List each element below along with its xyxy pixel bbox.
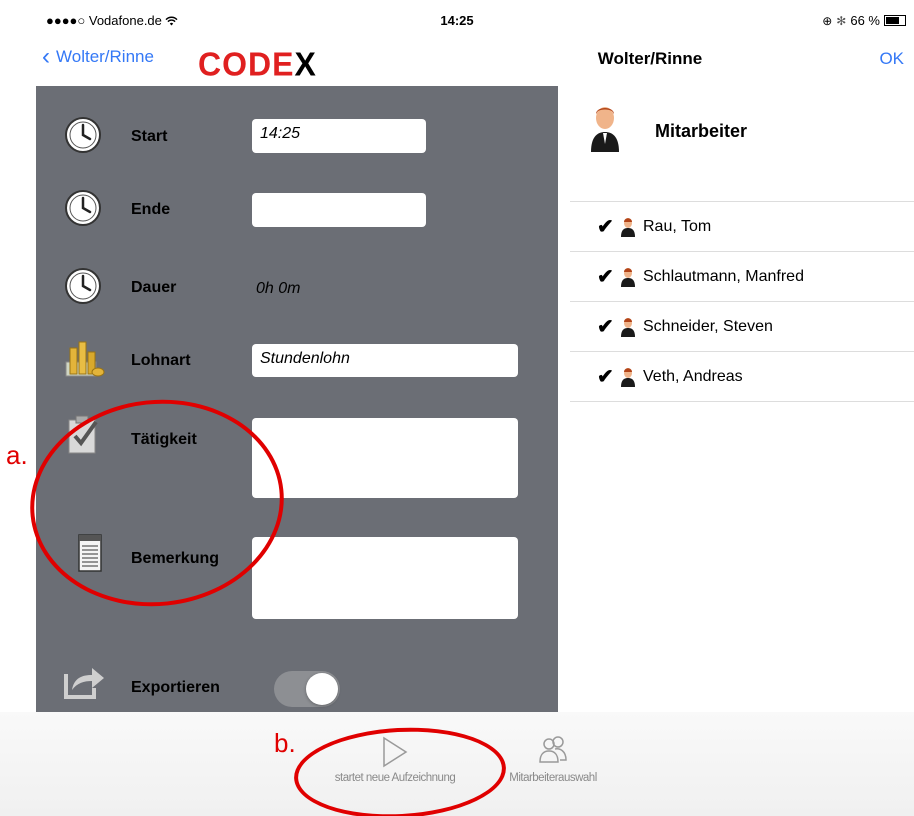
checkmark-icon: ✔ (597, 216, 614, 238)
start-field[interactable]: 14:25 (252, 119, 426, 153)
employee-avatar-icon (591, 107, 619, 152)
page-title: Wolter/Rinne (597, 49, 703, 68)
chevron-left-icon: ‹ (42, 43, 50, 70)
annotation-a-label: a. (6, 440, 28, 470)
list-item[interactable]: ✔ Schneider, Steven (570, 302, 914, 352)
ok-button[interactable]: OK (879, 49, 904, 69)
employee-name: Schlautmann, Manfred (643, 267, 804, 285)
person-icon (621, 317, 635, 337)
person-icon (621, 367, 635, 387)
status-bar: ●●●●○ Vodafone.de 14:25 ⊕ ✻ 66 % (0, 0, 914, 40)
battery-percent: 66 % (850, 13, 880, 28)
taetigkeit-field[interactable] (252, 418, 518, 498)
status-time: 14:25 (440, 13, 474, 28)
employee-name: Veth, Andreas (643, 367, 743, 385)
lohnart-field[interactable]: Stundenlohn (252, 344, 518, 377)
back-label: Wolter/Rinne (56, 47, 154, 66)
employee-name: Rau, Tom (643, 217, 712, 235)
checkmark-icon: ✔ (597, 316, 614, 338)
list-item[interactable]: ✔ Veth, Andreas (570, 352, 914, 402)
clock-icon (65, 117, 101, 153)
list-item[interactable]: ✔ Schlautmann, Manfred (570, 252, 914, 302)
export-toggle[interactable] (274, 671, 340, 707)
dauer-label: Dauer (131, 279, 177, 296)
toggle-knob (306, 673, 338, 705)
status-right: ⊕ ✻ 66 % (822, 13, 906, 28)
money-icon (65, 341, 105, 377)
battery-icon (884, 15, 906, 26)
entry-form-panel: Start 14:25 Ende Dauer 0h 0m Lohnart Stu… (36, 86, 558, 712)
clock-icon (65, 190, 101, 226)
employee-name: Schneider, Steven (643, 317, 773, 335)
dauer-value: 0h 0m (256, 280, 301, 297)
employee-panel: Mitarbeiter ✔ Rau, Tom ✔ Schlautmann, Ma… (558, 86, 914, 712)
back-button[interactable]: ‹ Wolter/Rinne (42, 43, 154, 70)
list-item[interactable]: ✔ Rau, Tom (570, 202, 914, 252)
logo-text: CODE (198, 44, 295, 83)
navigation-bar: ‹ Wolter/Rinne CODE X Wolter/Rinne OK (0, 40, 914, 86)
bluetooth-icon: ✻ (836, 13, 847, 28)
lohnart-label: Lohnart (131, 352, 191, 369)
codex-logo: CODE X (198, 45, 317, 83)
share-export-icon (64, 668, 104, 699)
exportieren-label: Exportieren (131, 679, 220, 696)
clock-icon (65, 268, 101, 304)
bemerkung-field[interactable] (252, 537, 518, 619)
logo-x: X (294, 44, 317, 83)
checkmark-icon: ✔ (597, 366, 614, 388)
rotation-lock-icon: ⊕ (822, 13, 833, 28)
ende-field[interactable] (252, 193, 426, 227)
employee-list: ✔ Rau, Tom ✔ Schlautmann, Manfred ✔ Schn… (570, 201, 914, 402)
annotation-b-label: b. (274, 728, 296, 758)
employees-header: Mitarbeiter (655, 121, 748, 141)
checkmark-icon: ✔ (597, 266, 614, 288)
person-icon (621, 217, 635, 237)
person-icon (621, 267, 635, 287)
employee-select-label: Mitarbeiterauswahl (509, 772, 597, 784)
ende-label: Ende (131, 201, 171, 218)
start-label: Start (131, 128, 168, 145)
